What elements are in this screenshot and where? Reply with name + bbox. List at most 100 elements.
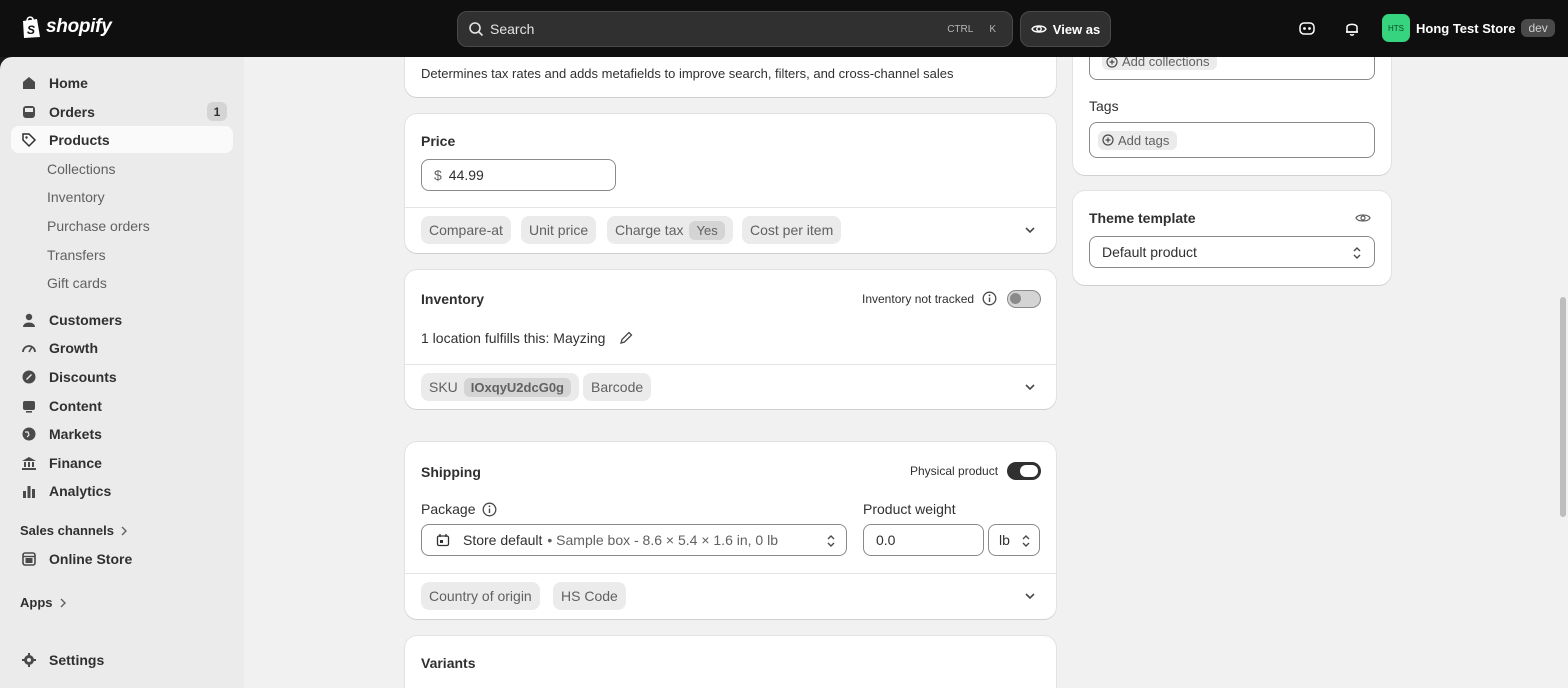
nav-discounts-label: Discounts	[49, 368, 117, 385]
price-input[interactable]: $ 44.99	[421, 159, 616, 191]
sku-value: IOxqyU2dcG0g	[463, 377, 571, 397]
organization-card: Add collections Tags Add tags	[1073, 57, 1391, 175]
orders-count-badge: 1	[207, 102, 227, 121]
search-icon	[469, 22, 484, 37]
nav-transfers[interactable]: Transfers	[47, 247, 106, 263]
theme-template-select[interactable]: Default product	[1089, 236, 1375, 268]
unit-price-label: Unit price	[529, 222, 589, 238]
view-as-button[interactable]: View as	[1020, 11, 1111, 47]
eye-icon[interactable]	[1355, 210, 1371, 226]
package-select[interactable]: Store default • Sample box - 8.6 × 5.4 ×…	[421, 524, 847, 556]
sales-channels-header[interactable]: Sales channels	[20, 523, 128, 538]
select-chevrons-icon	[1022, 535, 1030, 547]
hs-code-label: HS Code	[561, 588, 618, 604]
collections-input[interactable]: Add collections	[1089, 57, 1375, 80]
apps-header[interactable]: Apps	[20, 595, 67, 610]
sales-channels-label: Sales channels	[20, 523, 114, 538]
charge-tax-pill[interactable]: Charge tax Yes	[607, 216, 733, 244]
nav-products-label: Products	[49, 131, 110, 148]
country-of-origin-pill[interactable]: Country of origin	[421, 582, 540, 610]
shipping-card: Shipping Physical product Package Store …	[405, 442, 1056, 619]
bell-icon	[1346, 23, 1358, 36]
chevron-down-icon[interactable]	[1023, 380, 1037, 394]
compare-at-pill[interactable]: Compare-at	[421, 216, 511, 244]
info-icon[interactable]	[982, 291, 997, 306]
nav-discounts[interactable]: Discounts	[11, 363, 233, 390]
weight-input[interactable]: 0.0	[863, 524, 984, 556]
barcode-pill[interactable]: Barcode	[583, 373, 652, 401]
store-name: Hong Test Store	[1416, 20, 1516, 36]
weight-unit-select[interactable]: lb	[988, 524, 1040, 556]
store-menu[interactable]: HTS Hong Test Store dev	[1382, 14, 1555, 42]
nav-purchase-orders[interactable]: Purchase orders	[47, 218, 150, 234]
currency-symbol: $	[434, 167, 442, 183]
person-icon	[23, 313, 35, 327]
nav-gift-cards[interactable]: Gift cards	[47, 275, 107, 291]
notifications-button[interactable]	[1342, 18, 1362, 38]
apps-label: Apps	[20, 595, 53, 610]
svg-text:S: S	[27, 23, 35, 37]
nav-inventory[interactable]: Inventory	[47, 189, 105, 205]
theme-template-card: Theme template Default product	[1073, 191, 1391, 285]
chevron-down-icon[interactable]	[1023, 589, 1037, 603]
package-detail: • Sample box - 8.6 × 5.4 × 1.6 in, 0 lb	[547, 532, 778, 548]
sidekick-button[interactable]	[1297, 18, 1317, 38]
eye-icon	[1030, 25, 1047, 33]
inventory-tracking-toggle[interactable]	[1007, 290, 1041, 308]
chevron-down-icon[interactable]	[1023, 223, 1037, 237]
logo-text: shopify	[46, 16, 112, 37]
nav-orders-label: Orders	[49, 103, 95, 120]
weight-unit: lb	[999, 532, 1010, 548]
view-as-label: View as	[1052, 21, 1101, 37]
inventory-card: Inventory Inventory not tracked 1 locati…	[405, 270, 1056, 409]
nav-content-label: Content	[49, 397, 102, 414]
add-collections-chip[interactable]: Add collections	[1102, 57, 1218, 70]
tag-icon	[22, 132, 37, 147]
nav-home[interactable]: Home	[11, 69, 233, 96]
store-icon	[22, 551, 36, 566]
shipping-title: Shipping	[421, 464, 481, 480]
search-bar[interactable]: Search CTRL K	[457, 11, 1013, 47]
nav-products[interactable]: Products	[11, 126, 233, 153]
country-of-origin-label: Country of origin	[429, 588, 532, 604]
nav-growth[interactable]: Growth	[11, 334, 233, 361]
sku-pill[interactable]: SKU IOxqyU2dcG0g	[421, 373, 579, 401]
nav-content[interactable]: Content	[11, 392, 233, 419]
nav-collections[interactable]: Collections	[47, 161, 115, 177]
compare-at-label: Compare-at	[429, 222, 503, 238]
page-scrollbar[interactable]	[1560, 297, 1566, 517]
nav-customers[interactable]: Customers	[11, 306, 233, 333]
shopify-logo[interactable]: S shopify	[20, 15, 112, 39]
nav-orders[interactable]: Orders 1	[11, 98, 233, 125]
hs-code-pill[interactable]: HS Code	[553, 582, 626, 610]
cost-per-item-pill[interactable]: Cost per item	[742, 216, 842, 244]
shopify-bag-icon: S	[23, 16, 40, 38]
nav-finance-label: Finance	[49, 454, 102, 471]
gauge-icon	[22, 344, 36, 352]
inventory-divider	[405, 364, 1056, 365]
nav-home-label: Home	[49, 74, 88, 91]
physical-product-toggle[interactable]	[1007, 462, 1041, 480]
pencil-icon[interactable]	[619, 330, 634, 345]
add-tags-chip[interactable]: Add tags	[1098, 130, 1178, 150]
nav-online-store[interactable]: Online Store	[11, 545, 233, 572]
nav-finance[interactable]: Finance	[11, 449, 233, 476]
home-icon	[23, 76, 35, 89]
bar-chart-icon	[23, 485, 35, 498]
nav-analytics[interactable]: Analytics	[11, 477, 233, 504]
package-label: Package	[421, 501, 476, 517]
nav-settings-label: Settings	[49, 651, 105, 668]
charge-tax-value: Yes	[689, 220, 725, 240]
globe-icon	[22, 427, 36, 440]
nav-settings[interactable]: Settings	[11, 646, 233, 673]
info-icon[interactable]	[482, 502, 497, 517]
shortcut-k: K	[989, 23, 996, 35]
tags-input[interactable]: Add tags	[1089, 122, 1375, 158]
nav-growth-label: Growth	[49, 339, 98, 356]
store-dev-badge: dev	[1521, 19, 1555, 37]
variants-card: Variants	[405, 636, 1056, 688]
nav-markets[interactable]: Markets	[11, 420, 233, 447]
bank-icon	[22, 456, 36, 470]
unit-price-pill[interactable]: Unit price	[521, 216, 597, 244]
physical-product-label: Physical product	[910, 464, 999, 478]
